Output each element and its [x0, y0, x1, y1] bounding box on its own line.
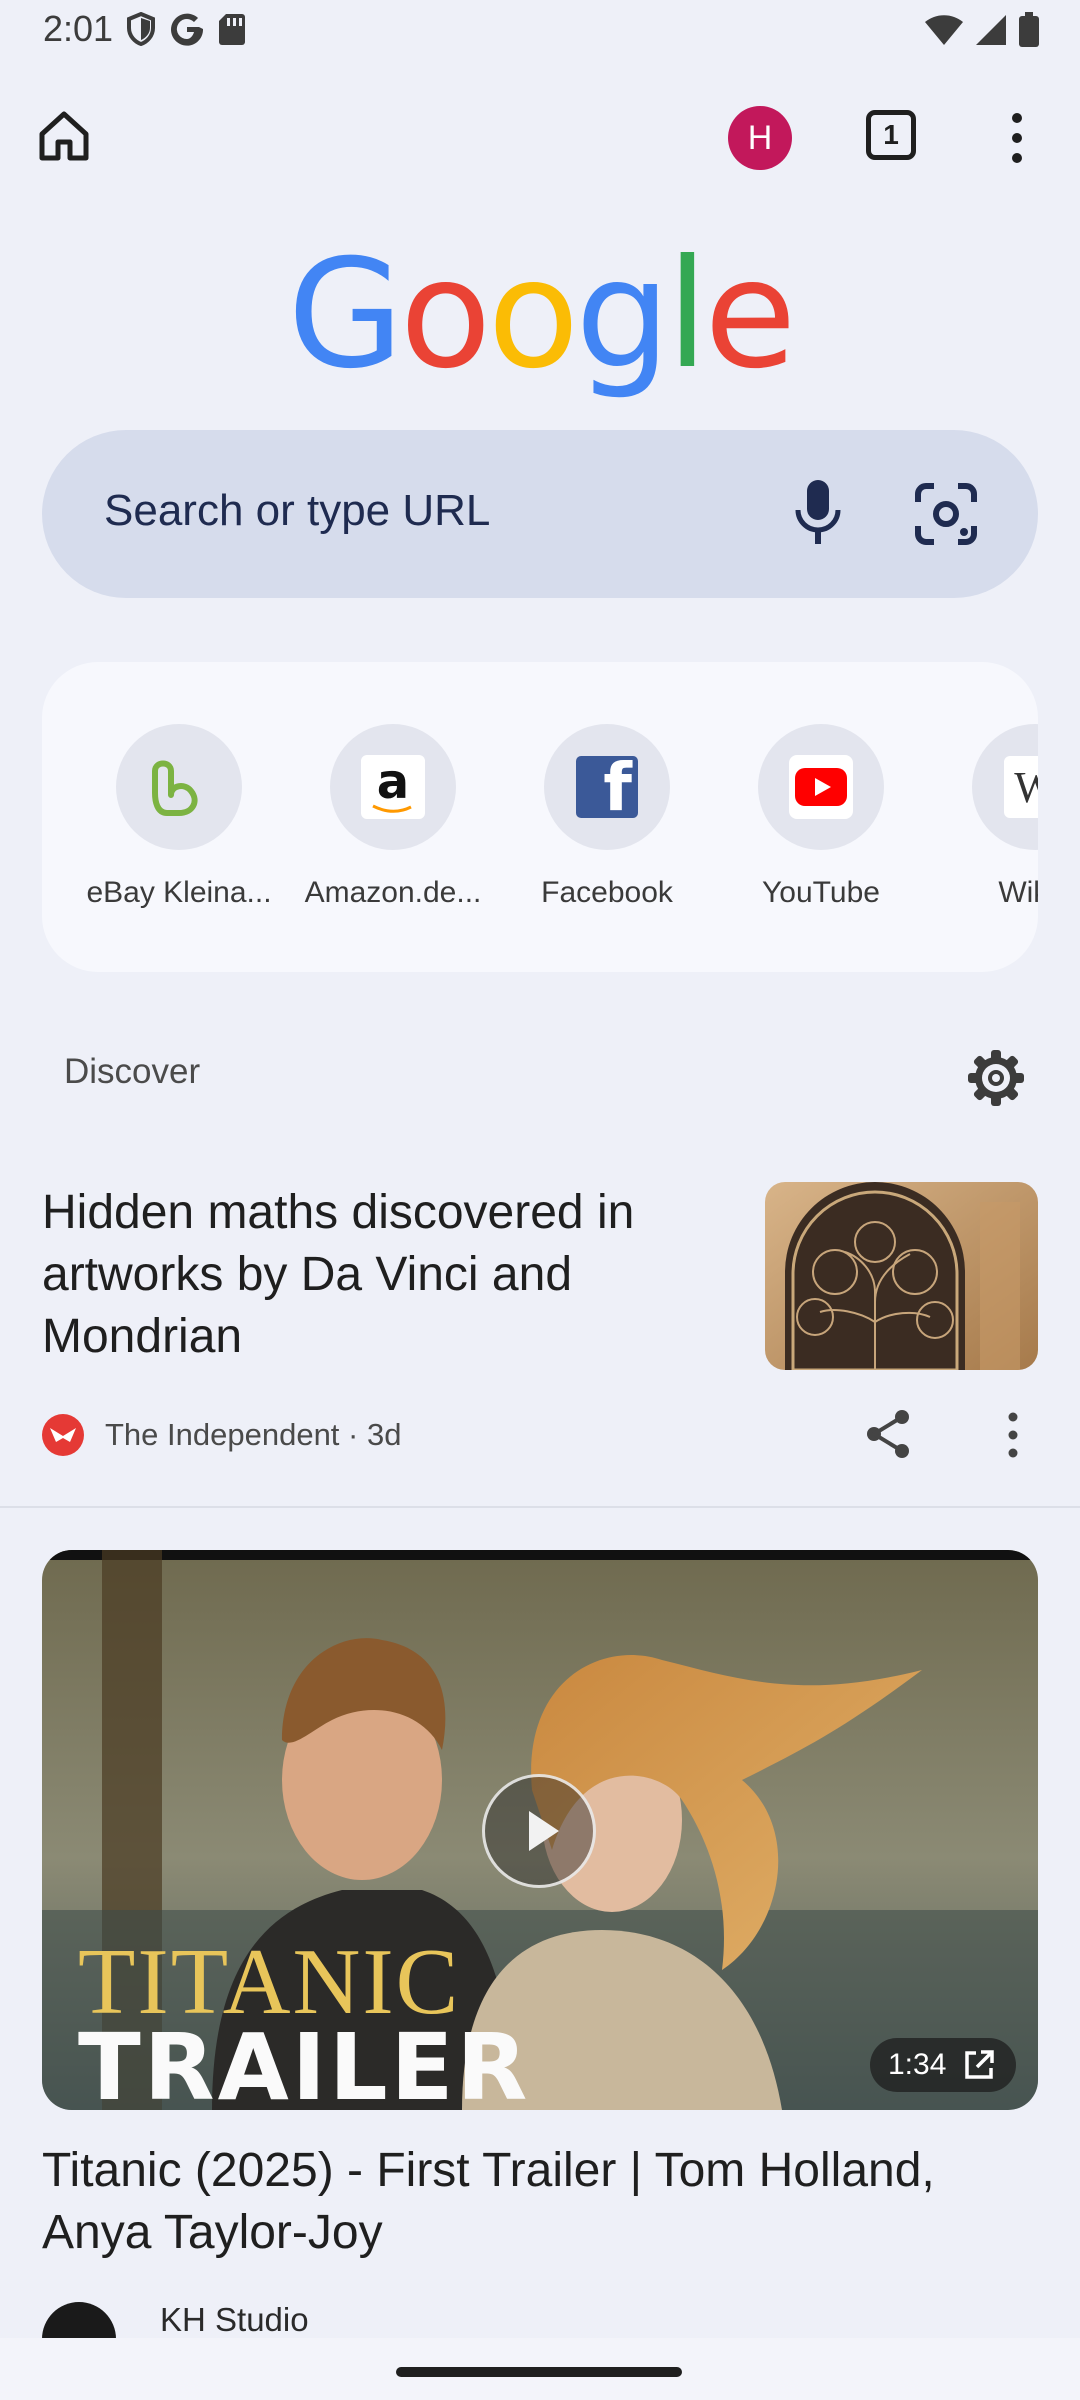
status-bar: 2:01 [0, 0, 1080, 64]
signal-icon [976, 15, 1006, 45]
youtube-icon [789, 755, 853, 819]
tab-switcher-button[interactable]: 1 [866, 110, 916, 160]
tab-count: 1 [883, 119, 899, 150]
home-gesture-handle[interactable] [396, 2367, 682, 2377]
facebook-icon: f [576, 756, 638, 818]
article-title[interactable]: Hidden maths discovered in artworks by D… [42, 1182, 702, 1368]
video-duration: 1:34 [888, 2048, 947, 2081]
article-thumbnail[interactable] [765, 1182, 1038, 1370]
browser-toolbar: H 1 [0, 100, 1080, 174]
share-icon[interactable] [864, 1408, 914, 1460]
status-time: 2:01 [43, 8, 114, 49]
video-title[interactable]: Titanic (2025) - First Trailer | Tom Hol… [42, 2140, 1052, 2264]
more-menu-icon[interactable] [1000, 110, 1034, 166]
ebay-kleinanzeigen-icon [152, 760, 198, 816]
search-placeholder: Search or type URL [104, 486, 491, 535]
sd-card-icon [219, 14, 245, 45]
open-external-icon [965, 2050, 995, 2079]
shortcut-label: eBay Kleina... [86, 876, 272, 909]
battery-icon [1019, 12, 1039, 47]
microphone-icon[interactable] [790, 478, 846, 550]
article-source: The Independent · 3d [105, 1417, 402, 1452]
shortcut-label: YouTube [762, 876, 880, 909]
video-overlay-subtitle: TRAILER [78, 2014, 531, 2121]
google-g-icon [171, 13, 204, 46]
source-logo [42, 1414, 84, 1456]
gear-icon[interactable] [966, 1048, 1026, 1108]
divider [0, 1506, 1080, 1508]
discover-heading: Discover [64, 1052, 201, 1091]
google-logo: Google [287, 228, 796, 402]
play-button[interactable] [482, 1774, 596, 1888]
shortcut-label: Wikip [998, 876, 1038, 909]
home-icon[interactable] [34, 106, 94, 166]
shortcut-label: Facebook [541, 876, 673, 909]
profile-avatar[interactable]: H [728, 106, 792, 170]
channel-name: KH Studio [160, 2301, 309, 2338]
google-lens-icon[interactable] [912, 480, 980, 548]
wikipedia-icon: W [1004, 756, 1038, 818]
shortcut-wikipedia[interactable]: W Wikip [940, 724, 1038, 910]
shortcut-youtube[interactable]: YouTube [726, 724, 916, 910]
shortcut-facebook[interactable]: f Facebook [512, 724, 702, 910]
shield-icon [127, 12, 155, 46]
shortcut-label: Amazon.de... [304, 876, 482, 909]
amazon-icon: a [361, 755, 425, 819]
video-duration-badge: 1:34 [870, 2038, 1016, 2092]
profile-initial: H [747, 118, 773, 157]
shortcut-ebay-kleinanzeigen[interactable]: eBay Kleina... [84, 724, 274, 910]
shortcuts-panel: eBay Kleina... a Amazon.de... f Facebook… [42, 662, 1038, 972]
more-options-icon[interactable] [1000, 1410, 1026, 1460]
shortcut-amazon[interactable]: a Amazon.de... [298, 724, 488, 910]
search-bar[interactable]: Search or type URL [42, 430, 1038, 598]
wifi-icon [925, 15, 963, 45]
